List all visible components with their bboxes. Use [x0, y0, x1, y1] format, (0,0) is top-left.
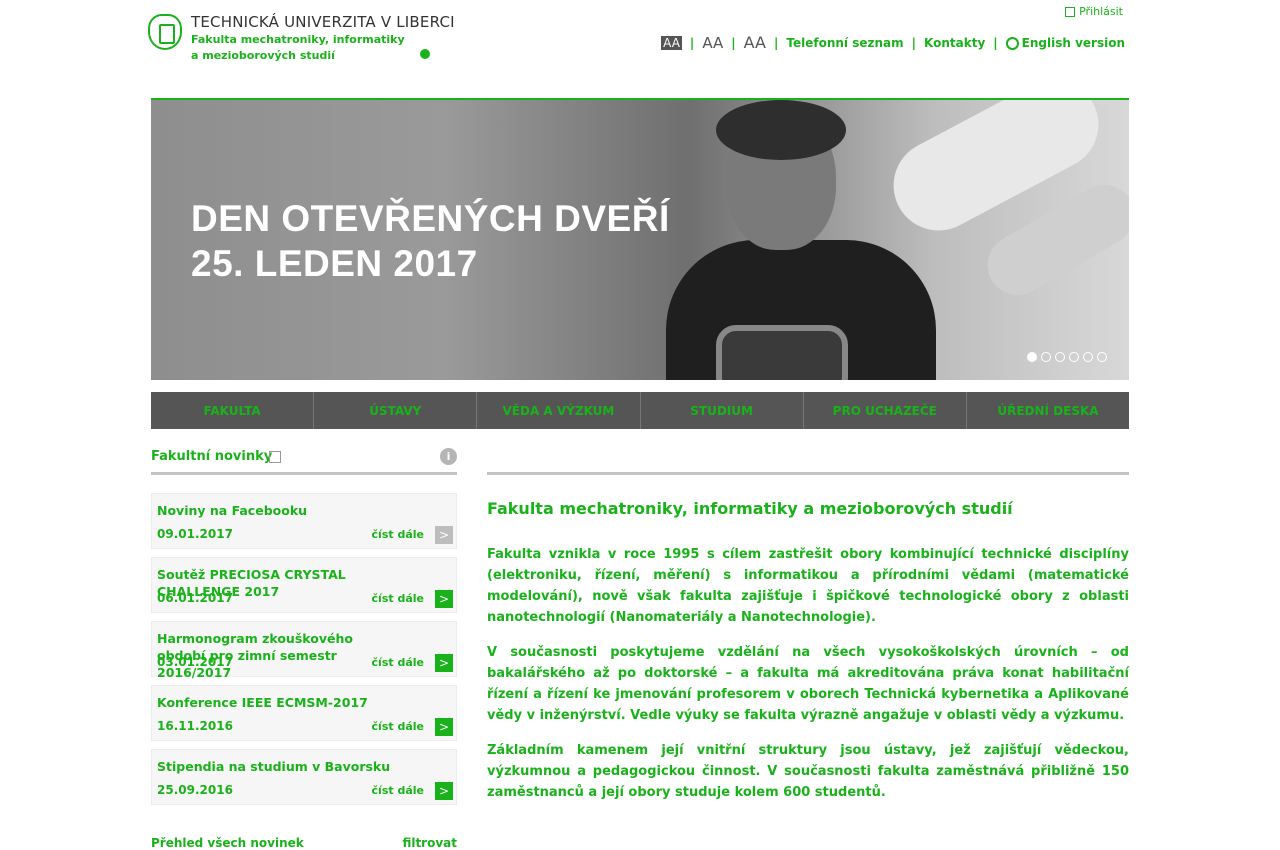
nav-item-study[interactable]: STUDIUM [641, 392, 804, 429]
news-item[interactable]: Noviny na Facebooku 09.01.2017 číst dále… [151, 493, 457, 549]
font-size-large-button[interactable]: AA [744, 33, 766, 52]
font-size-medium-button[interactable]: AA [702, 34, 723, 52]
chevron-right-icon[interactable]: > [435, 718, 453, 736]
person-hair-graphic [716, 100, 846, 160]
news-header: Fakultní novinky i [151, 448, 457, 473]
filter-link[interactable]: filtrovat [402, 836, 457, 850]
font-size-small-button[interactable]: AA [661, 35, 682, 50]
read-more-link[interactable]: číst dále [372, 592, 424, 605]
chevron-right-icon[interactable]: > [435, 526, 453, 544]
login-label: Přihlásit [1079, 5, 1123, 18]
faculty-mark-icon [420, 49, 430, 59]
faculty-name-line2[interactable]: a mezioborových studií [191, 49, 335, 62]
news-item-title[interactable]: Konference IEEE ECMSM-2017 [157, 694, 397, 711]
news-item-title[interactable]: Noviny na Facebooku [157, 502, 397, 519]
slider-dot[interactable] [1055, 352, 1065, 362]
page-title: Fakulta mechatroniky, informatiky a mezi… [487, 499, 1013, 518]
read-more-link[interactable]: číst dále [372, 784, 424, 797]
news-item[interactable]: Harmonogram zkouškového období pro zimní… [151, 621, 457, 680]
news-item-date: 06.01.2017 [157, 591, 233, 605]
news-item-date: 03.01.2017 [157, 655, 233, 669]
chevron-right-icon[interactable]: > [435, 590, 453, 608]
chevron-right-icon[interactable]: > [435, 782, 453, 800]
globe-icon [1005, 36, 1019, 50]
login-link[interactable]: Přihlásit [1065, 5, 1123, 18]
info-icon[interactable]: i [440, 448, 457, 465]
nav-item-institutes[interactable]: ÚSTAVY [314, 392, 478, 429]
news-divider [151, 472, 457, 475]
read-more-link[interactable]: číst dále [372, 656, 424, 669]
read-more-link[interactable]: číst dále [372, 528, 424, 541]
banner-subtitle: 25. LEDEN 2017 [191, 243, 478, 284]
nav-item-faculty[interactable]: FAKULTA [151, 392, 315, 429]
separator: | [993, 35, 998, 50]
contacts-link[interactable]: Kontakty [924, 36, 985, 50]
news-item[interactable]: Soutěž PRECIOSA CRYSTAL CHALLENGE 2017 0… [151, 557, 457, 613]
intro-paragraph-2: V současnosti poskytujeme vzdělání na vš… [487, 645, 1129, 723]
all-news-link[interactable]: Přehled všech novinek [151, 836, 304, 850]
news-item-title[interactable]: Stipendia na studium v Bavorsku [157, 758, 397, 775]
main-navigation: FAKULTA ÚSTAVY VĚDA A VÝZKUM STUDIUM PRO… [151, 392, 1129, 429]
english-version-label: English version [1021, 35, 1125, 50]
intro-paragraph-1: Fakulta vznikla v roce 1995 s cílem zast… [487, 547, 1129, 625]
top-toolbar: AA | AA | AA | Telefonní seznam | Kontak… [661, 33, 1125, 52]
main-divider [487, 472, 1129, 475]
slider-dots [1027, 352, 1107, 362]
news-heading: Fakultní novinky [151, 449, 273, 464]
chevron-right-icon[interactable]: > [435, 654, 453, 672]
device-graphic [716, 325, 848, 380]
faculty-name-line1[interactable]: Fakulta mechatroniky, informatiky [191, 33, 405, 46]
phone-book-link[interactable]: Telefonní seznam [786, 36, 903, 50]
read-more-link[interactable]: číst dále [372, 720, 424, 733]
news-footer: Přehled všech novinek filtrovat [151, 836, 457, 850]
nav-item-research[interactable]: VĚDA A VÝZKUM [477, 392, 641, 429]
intro-paragraph-3: Základním kamenem její vnitřní struktury… [487, 743, 1129, 800]
slider-dot[interactable] [1069, 352, 1079, 362]
university-name[interactable]: TECHNICKÁ UNIVERZITA V LIBERCI [191, 13, 455, 31]
english-version-link[interactable]: English version [1005, 35, 1125, 50]
university-logo-icon[interactable] [148, 14, 182, 50]
separator: | [911, 35, 917, 50]
slider-dot[interactable] [1097, 352, 1107, 362]
nav-item-applicants[interactable]: PRO UCHAZEČE [804, 392, 967, 429]
news-list: Noviny na Facebooku 09.01.2017 číst dále… [151, 493, 457, 813]
login-icon [1065, 6, 1076, 17]
slider-dot[interactable] [1083, 352, 1093, 362]
separator: | [689, 35, 695, 50]
news-item-date: 09.01.2017 [157, 527, 233, 541]
separator: | [774, 35, 779, 50]
news-item[interactable]: Stipendia na studium v Bavorsku 25.09.20… [151, 749, 457, 805]
news-item[interactable]: Konference IEEE ECMSM-2017 16.11.2016 čí… [151, 685, 457, 741]
rss-icon[interactable] [269, 451, 281, 463]
hero-banner[interactable]: DEN OTEVŘENÝCH DVEŘÍ 25. LEDEN 2017 [151, 100, 1129, 380]
news-item-date: 25.09.2016 [157, 783, 233, 797]
site-header: TECHNICKÁ UNIVERZITA V LIBERCI Fakulta m… [0, 0, 1280, 100]
nav-item-notice-board[interactable]: ÚŘEDNÍ DESKA [967, 392, 1129, 429]
slider-dot[interactable] [1027, 352, 1037, 362]
banner-title: DEN OTEVŘENÝCH DVEŘÍ [191, 198, 670, 239]
separator: | [731, 35, 736, 50]
news-item-date: 16.11.2016 [157, 719, 233, 733]
slider-dot[interactable] [1041, 352, 1051, 362]
